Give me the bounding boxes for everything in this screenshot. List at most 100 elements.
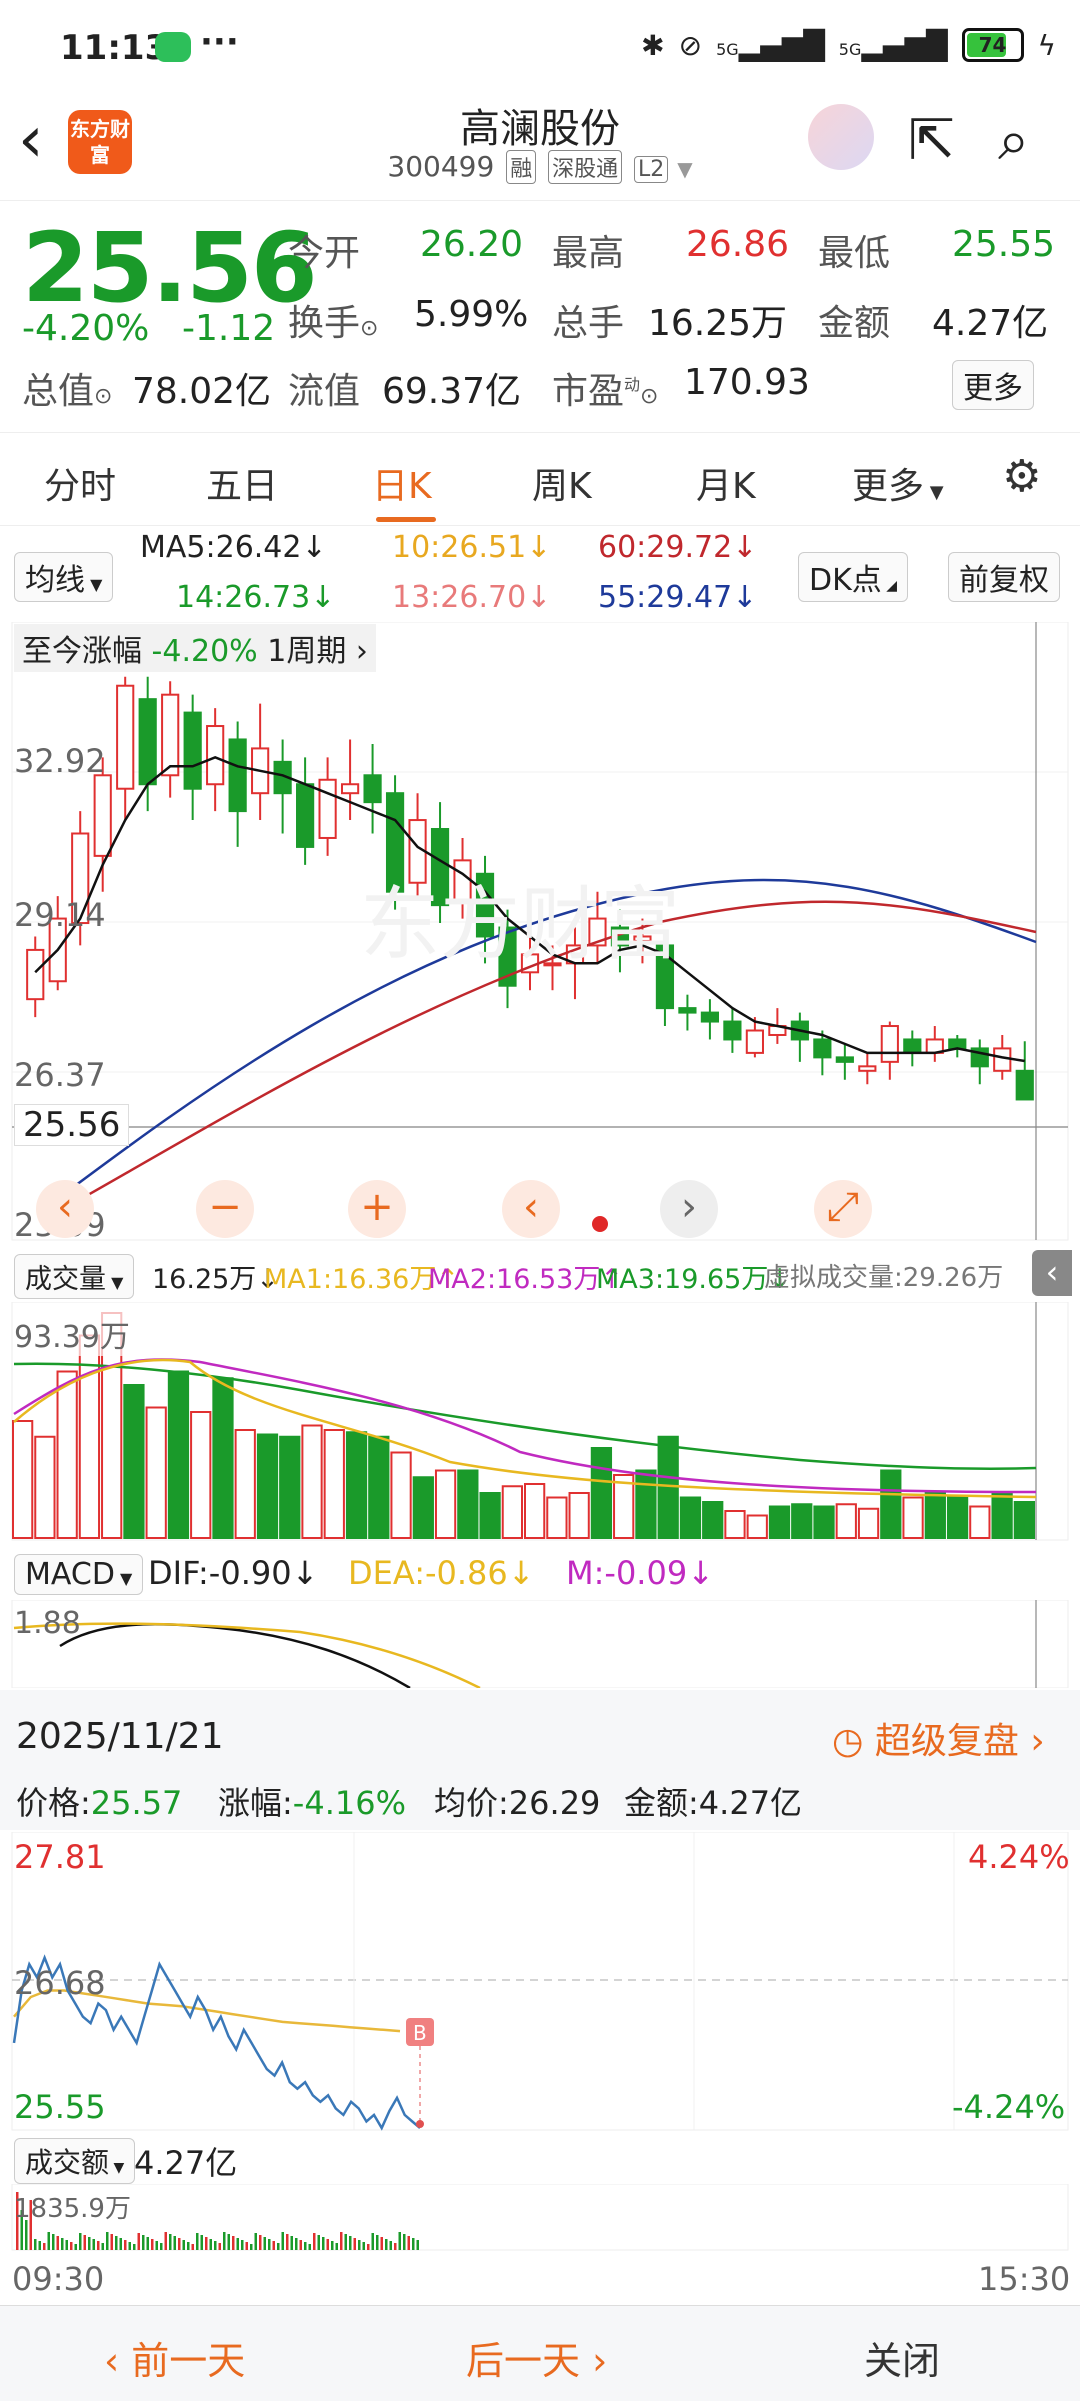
change-amount: -1.12 [182, 308, 276, 349]
search-icon[interactable]: ⌕ [998, 108, 1029, 174]
volume-bar [212, 1377, 234, 1539]
adjust-button[interactable]: 前复权 [948, 552, 1060, 602]
intraday-volume-bar [169, 2234, 172, 2250]
tab-weekly-k[interactable]: 周K [532, 457, 592, 509]
float-label: 流值 [288, 371, 361, 412]
intraday-volume-bar [263, 2237, 266, 2250]
intraday-volume-bar [340, 2232, 343, 2250]
next-day-button[interactable]: 后一天 › [466, 2330, 607, 2385]
scroll-left-fast-button[interactable]: ‹ [36, 1180, 94, 1238]
macd-y-top: 1.88 [14, 1606, 81, 1641]
volume-bar [679, 1496, 702, 1539]
intraday-volume-bar [259, 2235, 262, 2250]
intraday-volume-bar [281, 2232, 284, 2250]
day-avg: 均价:26.29 [434, 1784, 601, 1822]
volume-bar [412, 1476, 434, 1539]
candle [723, 1020, 742, 1041]
day-pct: 涨幅:-4.16% [218, 1784, 406, 1822]
mktcap-label[interactable]: 总值⊙ [22, 362, 112, 414]
intraday-volume-bar [182, 2240, 185, 2250]
intraday-volume-bar [272, 2241, 275, 2250]
tab-five-day[interactable]: 五日 [206, 457, 278, 509]
ma5-value: MA5:26.42↓ [140, 530, 327, 565]
volume-selector[interactable]: 成交量 ▼ [14, 1254, 135, 1299]
prev-day-button[interactable]: ‹ 前一天 [104, 2330, 245, 2385]
active-tab-indicator [376, 517, 436, 522]
bluetooth-icon: ✱ [641, 28, 665, 62]
intraday-volume-bar [142, 2235, 145, 2250]
open-value: 26.20 [420, 224, 524, 265]
tab-daily-k[interactable]: 日K [372, 457, 432, 509]
turnover-selector[interactable]: 成交额 ▼ [14, 2138, 136, 2184]
kline-chart[interactable]: 东方财富 [0, 622, 1080, 1242]
tab-more[interactable]: 更多 ▼ [852, 457, 944, 509]
link-icon: ⊘ [678, 28, 703, 62]
dk-point-button[interactable]: DK点 ◢ [798, 552, 908, 602]
volume-bar [546, 1496, 568, 1539]
candle [903, 1038, 922, 1054]
pe-value: 170.93 [684, 362, 810, 403]
volume-bar [635, 1469, 657, 1539]
vol-ma2: MA2:16.53万↑ [428, 1264, 623, 1295]
candle [161, 693, 180, 777]
intraday-top-price: 27.81 [14, 1838, 106, 1876]
turnover-label[interactable]: 换手⊙ [288, 294, 378, 346]
candle [385, 792, 405, 893]
scroll-right-button[interactable]: › [660, 1180, 718, 1238]
intraday-volume-bar [34, 2239, 37, 2250]
candle [1015, 1069, 1034, 1101]
intraday-volume-bar [371, 2233, 374, 2250]
settings-gear-icon[interactable]: ⚙ [1002, 451, 1041, 502]
volume-bar [479, 1492, 501, 1539]
more-button[interactable]: 更多 [952, 360, 1034, 410]
scroll-left-button[interactable]: ‹ [502, 1180, 560, 1238]
intraday-volume-bar [97, 2241, 100, 2250]
macd-dif: DIF:-0.90↓ [148, 1554, 319, 1592]
volume-bar [434, 1469, 457, 1539]
intraday-volume-bar [155, 2241, 158, 2250]
zoom-in-button[interactable]: + [348, 1180, 406, 1238]
intraday-volume-bar [344, 2234, 347, 2250]
assistant-robot-icon[interactable] [808, 104, 874, 170]
intraday-volume-bar [79, 2233, 82, 2250]
period-tabs: 分时 五日 日K 周K 月K 更多 ▼ ⚙ [0, 432, 1080, 526]
macd-selector[interactable]: MACD ▼ [14, 1554, 144, 1595]
high-value: 26.86 [686, 224, 790, 265]
tab-monthly-k[interactable]: 月K [696, 457, 756, 509]
bottom-bar: ‹ 前一天 后一天 › 关闭 [0, 2305, 1080, 2401]
battery-icon: 74 [961, 28, 1024, 62]
zoom-out-button[interactable]: − [196, 1180, 254, 1238]
intraday-volume-bar [268, 2239, 271, 2250]
ma-selector[interactable]: 均线 ▼ [14, 552, 114, 602]
volume-bar [702, 1501, 724, 1539]
intraday-bottom-pct: -4.24% [952, 2088, 1066, 2126]
share-icon[interactable]: ⇱ [908, 108, 955, 173]
high-label: 最高 [552, 233, 625, 274]
intraday-volume-bar [254, 2233, 257, 2250]
intraday-volume-bar [335, 2243, 338, 2250]
intraday-volume-bar [407, 2236, 410, 2250]
collapse-panel-button[interactable]: ‹ [1032, 1250, 1072, 1296]
intraday-volume-bar [304, 2242, 307, 2250]
intraday-volume-bar [92, 2239, 95, 2250]
tab-intraday[interactable]: 分时 [44, 457, 116, 509]
pe-label[interactable]: 市盈动⊙ [552, 362, 658, 414]
intraday-volume-bar [43, 2243, 46, 2250]
volume-bar [279, 1435, 301, 1539]
intraday-volume-bar [412, 2238, 415, 2250]
fullscreen-icon[interactable]: ⤢ [814, 1180, 872, 1238]
candle [880, 1025, 899, 1063]
period-change-box[interactable]: 至今涨幅 -4.20% 1周期 › [14, 624, 376, 672]
intraday-volume-bar [398, 2232, 401, 2250]
intraday-volume-bar [308, 2244, 311, 2250]
candle [700, 1011, 720, 1023]
candle [340, 783, 360, 795]
intraday-volume-bar [200, 2235, 203, 2250]
intraday-chart[interactable]: B [0, 1832, 1080, 2132]
intraday-volume-bar [218, 2243, 221, 2250]
volume-current: 16.25万↓ [152, 1264, 279, 1295]
volume-bar [991, 1492, 1013, 1539]
super-replay-button[interactable]: ◷ 超级复盘 › [832, 1712, 1045, 1764]
chevron-down-icon[interactable]: ▼ [677, 157, 692, 181]
close-button[interactable]: 关闭 [864, 2330, 940, 2385]
